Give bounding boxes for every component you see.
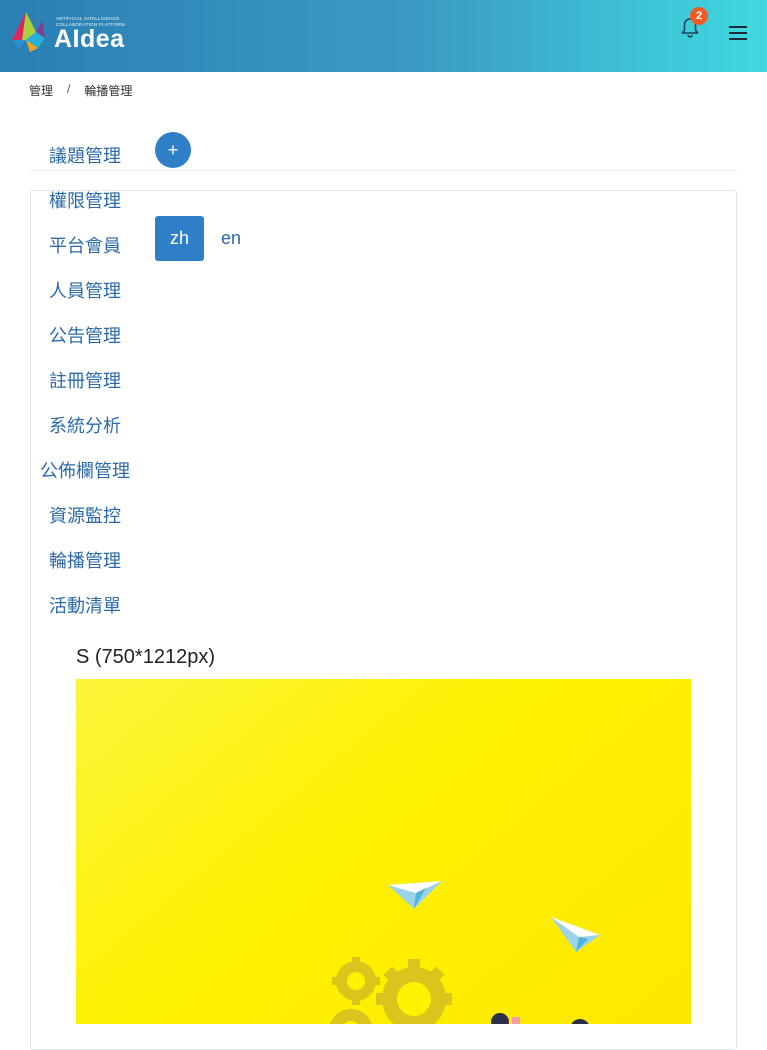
header-divider [30, 170, 737, 171]
gear-icon [330, 1009, 372, 1024]
top-navigation-bar: ARTIFICIAL INTELLIGENCE COLLABORATION PL… [0, 0, 767, 72]
sidebar-item-system-analytics[interactable]: 系統分析 [30, 412, 140, 438]
sidebar-item-staff-management[interactable]: 人員管理 [30, 277, 140, 303]
language-tab-zh[interactable]: zh [155, 216, 204, 261]
language-tab-en[interactable]: en [212, 216, 250, 261]
banner-illustration [330, 881, 600, 1024]
breadcrumb-root-link[interactable]: 管理 [29, 82, 53, 99]
paper-plane-icon [388, 881, 442, 909]
sidebar-item-issue-management[interactable]: 議題管理 [30, 142, 140, 168]
breadcrumb-separator: / [67, 82, 71, 96]
sidebar-item-announcement-management[interactable]: 公告管理 [30, 322, 140, 348]
sidebar-item-resource-monitoring[interactable]: 資源監控 [30, 502, 140, 528]
breadcrumb-current: 輪播管理 [84, 84, 133, 98]
logo-mark-icon [12, 12, 45, 52]
sidebar-item-carousel-management[interactable]: 輪播管理 [30, 547, 140, 573]
sidebar-item-platform-members[interactable]: 平台會員 [30, 232, 140, 258]
breadcrumb: 管理 / 輪播管理 [29, 82, 132, 99]
aidea-logo[interactable]: ARTIFICIAL INTELLIGENCE COLLABORATION PL… [12, 12, 128, 53]
sidebar-item-registration-management[interactable]: 註冊管理 [30, 367, 140, 393]
paper-plane-icon [551, 917, 600, 952]
banner-size-label: S (750*1212px) [76, 646, 215, 668]
hamburger-menu-icon[interactable] [729, 26, 751, 46]
gear-icon [332, 957, 380, 1005]
sidebar-item-permission-management[interactable]: 權限管理 [30, 187, 140, 213]
logo-wordmark: AIdea [54, 25, 125, 53]
notification-count-badge: 2 [690, 7, 708, 25]
add-button[interactable]: + [155, 132, 191, 168]
sidebar-item-bulletin-board-management[interactable]: 公佈欄管理 [30, 457, 140, 483]
sidebar-item-event-list[interactable]: 活動清單 [30, 592, 140, 618]
carousel-banner-image[interactable] [76, 679, 691, 1024]
person-illustration [491, 1013, 589, 1024]
gear-icon [376, 959, 452, 1024]
